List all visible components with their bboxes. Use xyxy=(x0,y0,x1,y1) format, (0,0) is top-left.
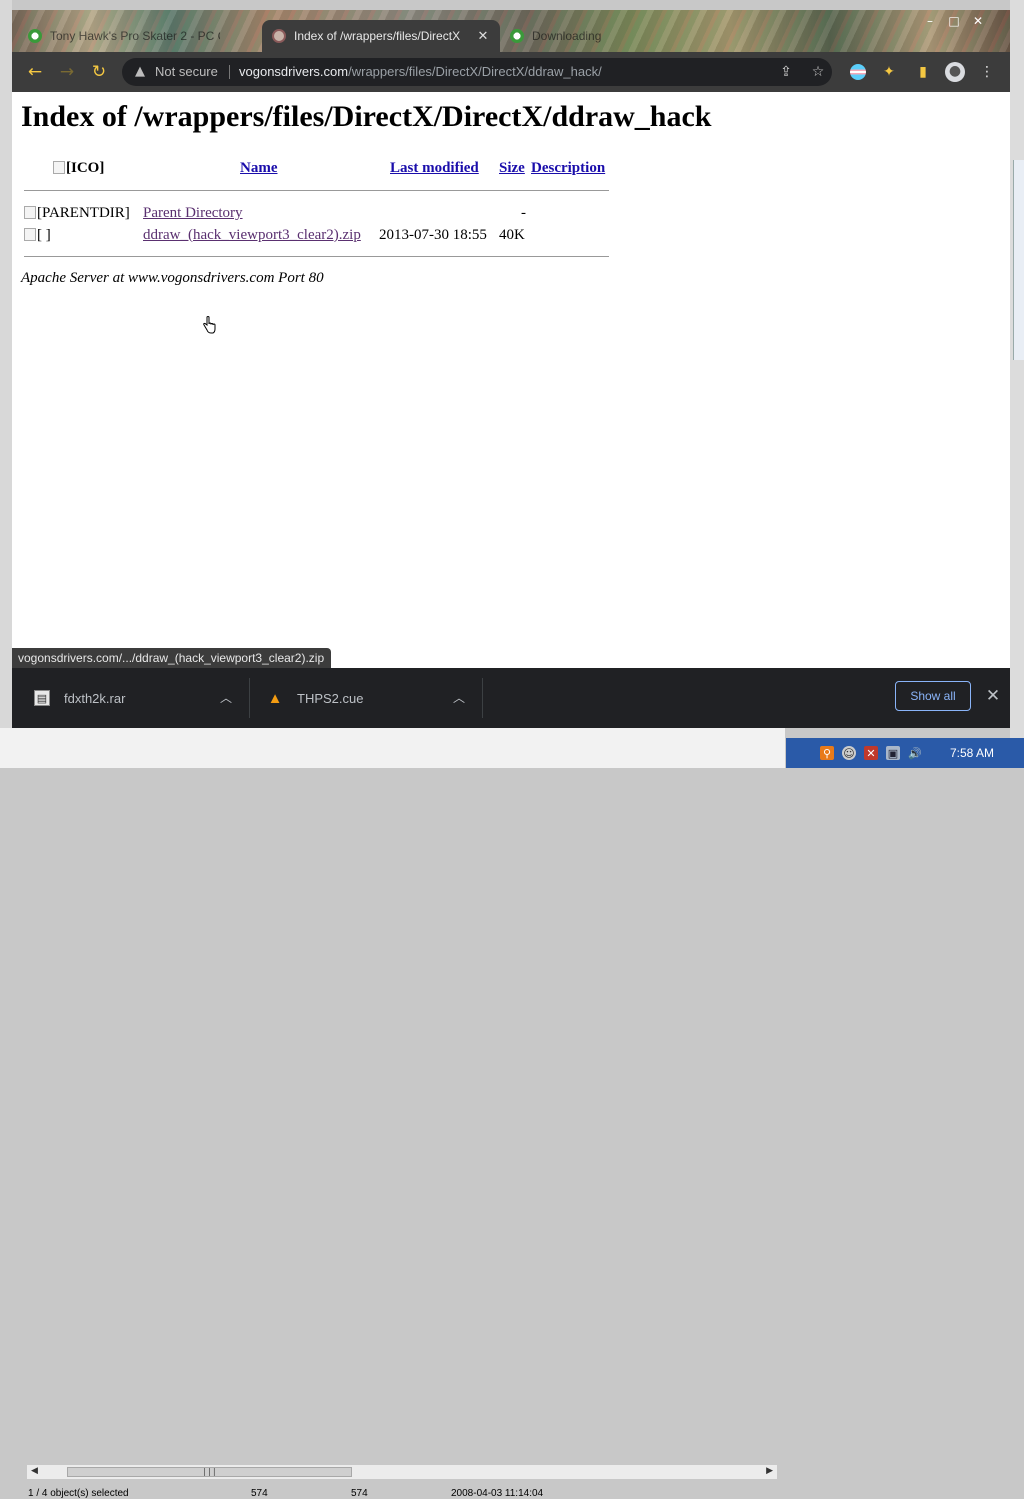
download-filename: THPS2.cue xyxy=(297,690,364,706)
row-modified: 2013-07-30 18:55 xyxy=(379,227,487,243)
row-alt: [PARENTDIR] xyxy=(37,205,130,221)
desktop-right-edge xyxy=(1010,0,1024,768)
scrollbar-thumb[interactable]: ||| xyxy=(67,1467,352,1477)
extensions-puzzle-icon[interactable]: ✦ xyxy=(880,63,898,81)
url-text[interactable]: vogonsdrivers.com/wrappers/files/DirectX… xyxy=(239,64,602,79)
chevron-up-icon[interactable]: ︿ xyxy=(453,689,465,706)
side-panel-icon[interactable]: ▮ xyxy=(914,63,932,81)
search-tray-icon[interactable]: ⚲ xyxy=(820,746,834,760)
reload-icon[interactable]: ↻ xyxy=(89,62,109,82)
download-item[interactable]: ▤ fdxth2k.rar ︿ xyxy=(34,668,234,728)
col-name[interactable]: Name xyxy=(240,160,278,177)
green-favicon-icon xyxy=(28,29,42,43)
browser-window: Tony Hawk's Pro Skater 2 - PC G Index of… xyxy=(12,10,1010,728)
row-size: 40K xyxy=(499,227,525,243)
vlc-cone-icon: ▲ xyxy=(267,689,283,707)
extension-flag-icon[interactable] xyxy=(850,64,866,80)
green-favicon-icon xyxy=(510,29,524,43)
tab-index-directx[interactable]: Index of /wrappers/files/DirectX ✕ xyxy=(262,20,500,52)
menu-kebab-icon[interactable]: ⋮ xyxy=(978,63,996,81)
close-window-button[interactable]: ✕ xyxy=(966,12,990,30)
status-col1: 574 xyxy=(251,1488,268,1499)
address-bar[interactable]: ▲ Not secure vogonsdrivers.com/wrappers/… xyxy=(122,58,832,86)
parent-directory-link[interactable]: Parent Directory xyxy=(143,205,243,221)
download-divider xyxy=(249,678,250,718)
table-row: [PARENTDIR] xyxy=(24,205,130,222)
page-title: Index of /wrappers/files/DirectX/DirectX… xyxy=(21,100,712,133)
footer-rule xyxy=(24,256,609,257)
explorer-status-row: 1 / 4 object(s) selected 574 574 2008-04… xyxy=(26,1486,786,1499)
close-tab-icon[interactable]: ✕ xyxy=(476,28,490,44)
table-row-link[interactable]: Parent Directory xyxy=(143,205,243,222)
page-content: Index of /wrappers/files/DirectX/DirectX… xyxy=(12,92,1010,728)
security-label[interactable]: Not secure xyxy=(155,64,218,79)
tab-title: Tony Hawk's Pro Skater 2 - PC G xyxy=(50,29,220,43)
url-path: /wrappers/files/DirectX/DirectX/ddraw_ha… xyxy=(348,64,602,79)
col-size[interactable]: Size xyxy=(499,160,525,177)
broken-image-icon xyxy=(24,228,36,241)
sort-size-link[interactable]: Size xyxy=(499,160,525,176)
download-divider xyxy=(482,678,483,718)
chevron-up-icon[interactable]: ︿ xyxy=(220,689,232,706)
tab-title: Index of /wrappers/files/DirectX xyxy=(294,29,461,43)
col-description[interactable]: Description xyxy=(531,160,605,177)
minimize-button[interactable]: – xyxy=(918,12,942,30)
col-ico: [ICO] xyxy=(53,160,104,177)
network-tray-icon[interactable]: ▣ xyxy=(886,746,900,760)
warning-triangle-icon[interactable]: ▲ xyxy=(132,64,148,80)
row-alt: [ ] xyxy=(37,227,51,243)
taskbar-tray: ⚲ ☺ ✕ ▣ 🔊 7:58 AM xyxy=(786,738,1024,768)
sort-description-link[interactable]: Description xyxy=(531,160,605,176)
selection-status: 1 / 4 object(s) selected xyxy=(28,1488,129,1499)
taskbar-clock[interactable]: 7:58 AM xyxy=(950,746,994,760)
background-window-edge xyxy=(1013,160,1024,360)
file-download-link[interactable]: ddraw_(hack_viewport3_clear2).zip xyxy=(143,227,361,243)
show-all-button[interactable]: Show all xyxy=(895,681,971,711)
col-modified[interactable]: Last modified xyxy=(390,160,479,177)
table-row: [ ] xyxy=(24,227,51,244)
tab-downloading[interactable]: Downloading xyxy=(500,20,640,52)
server-signature: Apache Server at www.vogonsdrivers.com P… xyxy=(21,270,324,286)
omnibox-divider xyxy=(229,65,230,79)
archive-icon: ▤ xyxy=(34,690,50,706)
sort-modified-link[interactable]: Last modified xyxy=(390,160,479,176)
broken-image-icon xyxy=(24,206,36,219)
security-tray-icon[interactable]: ✕ xyxy=(864,746,878,760)
sort-name-link[interactable]: Name xyxy=(240,160,278,176)
status-date: 2008-04-03 11:14:04 xyxy=(451,1488,544,1499)
tab-title: Downloading xyxy=(532,29,602,43)
download-filename: fdxth2k.rar xyxy=(64,690,126,706)
close-shelf-icon[interactable]: ✕ xyxy=(984,686,1002,706)
status-col2: 574 xyxy=(351,1488,368,1499)
forward-arrow-icon[interactable]: → xyxy=(57,62,77,82)
background-explorer-window: ◀ ||| ▶ 1 / 4 object(s) selected 574 574… xyxy=(0,728,785,1499)
table-row-link[interactable]: ddraw_(hack_viewport3_clear2).zip xyxy=(143,227,361,244)
download-item[interactable]: ▲ THPS2.cue ︿ xyxy=(267,668,467,728)
share-icon[interactable]: ⇪ xyxy=(777,63,795,81)
tab-strip: Tony Hawk's Pro Skater 2 - PC G Index of… xyxy=(12,10,1010,52)
scroll-left-arrow-icon[interactable]: ◀ xyxy=(31,1466,38,1476)
hand-cursor-icon xyxy=(203,316,216,334)
maximize-button[interactable]: □ xyxy=(942,12,966,30)
smiley-tray-icon[interactable]: ☺ xyxy=(842,746,856,760)
link-hover-status: vogonsdrivers.com/.../ddraw_(hack_viewpo… xyxy=(12,648,332,668)
window-controls: – □ ✕ xyxy=(918,12,990,32)
desktop-left-edge xyxy=(0,0,12,768)
scroll-right-arrow-icon[interactable]: ▶ xyxy=(766,1466,773,1476)
download-shelf: ▤ fdxth2k.rar ︿ ▲ THPS2.cue ︿ Show all ✕ xyxy=(12,668,1010,728)
bookmark-star-icon[interactable]: ☆ xyxy=(809,63,827,81)
volume-tray-icon[interactable]: 🔊 xyxy=(908,746,922,760)
profile-avatar-icon[interactable]: ● xyxy=(945,62,965,82)
horizontal-scrollbar[interactable]: ◀ ||| ▶ xyxy=(26,1464,778,1480)
header-rule xyxy=(24,190,609,191)
back-arrow-icon[interactable]: ← xyxy=(25,62,45,82)
row-size: - xyxy=(521,205,526,221)
tab-thps2[interactable]: Tony Hawk's Pro Skater 2 - PC G xyxy=(18,20,266,52)
url-host: vogonsdrivers.com xyxy=(239,64,349,79)
vogons-favicon-icon xyxy=(272,29,286,43)
browser-toolbar: ← → ↻ ▲ Not secure vogonsdrivers.com/wra… xyxy=(12,52,1010,92)
broken-image-icon xyxy=(53,161,65,174)
